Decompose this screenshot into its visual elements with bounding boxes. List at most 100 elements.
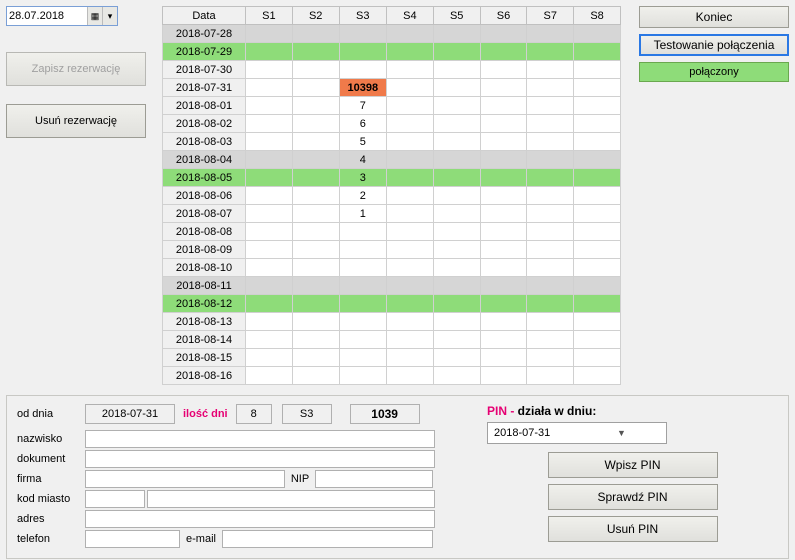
date-cell[interactable]: 2018-08-05 — [163, 169, 246, 187]
slot-cell[interactable] — [480, 223, 527, 241]
slot-cell[interactable] — [386, 25, 433, 43]
slot-cell[interactable] — [245, 151, 292, 169]
slot-cell[interactable]: 1 — [339, 205, 386, 223]
slot-cell[interactable] — [386, 115, 433, 133]
slot-cell[interactable] — [433, 115, 480, 133]
slot-cell[interactable] — [292, 133, 339, 151]
slot-cell[interactable] — [386, 133, 433, 151]
slot-cell[interactable] — [386, 313, 433, 331]
slot-cell[interactable] — [245, 223, 292, 241]
slot-cell[interactable] — [480, 259, 527, 277]
table-row[interactable]: 2018-08-05 3 — [163, 169, 621, 187]
slot-cell[interactable] — [480, 241, 527, 259]
postcode-input[interactable] — [85, 490, 145, 508]
slot-cell[interactable] — [386, 79, 433, 97]
city-input[interactable] — [147, 490, 435, 508]
slot-cell[interactable] — [433, 331, 480, 349]
chevron-down-icon[interactable]: ▼ — [577, 428, 666, 438]
slot-cell[interactable] — [245, 97, 292, 115]
slot-cell[interactable] — [292, 79, 339, 97]
slot-cell[interactable] — [574, 331, 621, 349]
slot-cell[interactable] — [527, 277, 574, 295]
email-input[interactable] — [222, 530, 433, 548]
date-cell[interactable]: 2018-08-04 — [163, 151, 246, 169]
table-row[interactable]: 2018-08-071 — [163, 205, 621, 223]
slot-cell[interactable] — [433, 223, 480, 241]
date-cell[interactable]: 2018-08-03 — [163, 133, 246, 151]
slot-cell[interactable] — [433, 295, 480, 313]
slot-cell[interactable] — [386, 169, 433, 187]
slot-cell[interactable] — [292, 169, 339, 187]
table-row[interactable]: 2018-08-16 — [163, 367, 621, 385]
slot-cell[interactable] — [433, 43, 480, 61]
slot-cell[interactable] — [339, 223, 386, 241]
slot-cell[interactable] — [480, 205, 527, 223]
slot-cell[interactable] — [574, 223, 621, 241]
slot-cell[interactable] — [574, 97, 621, 115]
slot-cell[interactable] — [386, 43, 433, 61]
slot-cell[interactable] — [339, 61, 386, 79]
date-cell[interactable]: 2018-08-12 — [163, 295, 246, 313]
slot-cell[interactable] — [245, 187, 292, 205]
slot-cell[interactable] — [292, 367, 339, 385]
slot-cell[interactable] — [527, 169, 574, 187]
table-row[interactable]: 2018-07-28 — [163, 25, 621, 43]
date-cell[interactable]: 2018-08-16 — [163, 367, 246, 385]
slot-cell[interactable] — [527, 187, 574, 205]
col-header-s1[interactable]: S1 — [245, 7, 292, 25]
slot-cell[interactable] — [292, 187, 339, 205]
table-row[interactable]: 2018-07-29 — [163, 43, 621, 61]
table-row[interactable]: 2018-08-15 — [163, 349, 621, 367]
phone-input[interactable] — [85, 530, 180, 548]
slot-cell[interactable] — [480, 313, 527, 331]
surname-input[interactable] — [85, 430, 435, 448]
slot-cell[interactable] — [480, 25, 527, 43]
slot-cell[interactable] — [574, 241, 621, 259]
slot-cell[interactable] — [245, 259, 292, 277]
date-cell[interactable]: 2018-08-15 — [163, 349, 246, 367]
slot-cell[interactable] — [480, 169, 527, 187]
slot-cell[interactable] — [386, 277, 433, 295]
slot-cell[interactable] — [574, 295, 621, 313]
reservation-grid[interactable]: DataS1S2S3S4S5S6S7S8 2018-07-282018-07-2… — [162, 6, 621, 385]
date-cell[interactable]: 2018-08-02 — [163, 115, 246, 133]
slot-cell[interactable]: 6 — [339, 115, 386, 133]
slot-cell[interactable] — [386, 187, 433, 205]
slot-cell[interactable] — [574, 25, 621, 43]
slot-cell[interactable] — [386, 331, 433, 349]
slot-cell[interactable] — [292, 115, 339, 133]
slot-cell[interactable] — [480, 115, 527, 133]
table-row[interactable]: 2018-08-10 — [163, 259, 621, 277]
slot-cell[interactable] — [480, 295, 527, 313]
slot-cell[interactable] — [292, 277, 339, 295]
slot-cell[interactable]: 3 — [339, 169, 386, 187]
slot-cell[interactable] — [245, 331, 292, 349]
date-cell[interactable]: 2018-08-01 — [163, 97, 246, 115]
slot-cell[interactable] — [339, 349, 386, 367]
slot-cell[interactable] — [245, 79, 292, 97]
slot-cell[interactable] — [433, 79, 480, 97]
date-cell[interactable]: 2018-07-31 — [163, 79, 246, 97]
slot-cell[interactable] — [433, 169, 480, 187]
slot-cell[interactable] — [433, 133, 480, 151]
delete-reservation-button[interactable]: Usuń rezerwację — [6, 104, 146, 138]
document-input[interactable] — [85, 450, 435, 468]
pin-date-combo[interactable]: 2018-07-31 ▼ — [487, 422, 667, 444]
slot-cell[interactable] — [292, 43, 339, 61]
slot-cell[interactable] — [386, 61, 433, 79]
col-header-s2[interactable]: S2 — [292, 7, 339, 25]
slot-cell[interactable] — [433, 25, 480, 43]
slot-cell[interactable] — [574, 115, 621, 133]
enter-pin-button[interactable]: Wpisz PIN — [548, 452, 718, 478]
slot-cell[interactable] — [245, 115, 292, 133]
slot-cell[interactable] — [386, 295, 433, 313]
slot-cell[interactable] — [433, 61, 480, 79]
slot-cell[interactable] — [480, 151, 527, 169]
slot-cell[interactable] — [245, 277, 292, 295]
slot-cell[interactable] — [480, 43, 527, 61]
slot-cell[interactable] — [433, 259, 480, 277]
slot-cell[interactable] — [292, 259, 339, 277]
slot-cell[interactable] — [527, 295, 574, 313]
slot-cell[interactable] — [339, 277, 386, 295]
slot-cell[interactable] — [527, 43, 574, 61]
